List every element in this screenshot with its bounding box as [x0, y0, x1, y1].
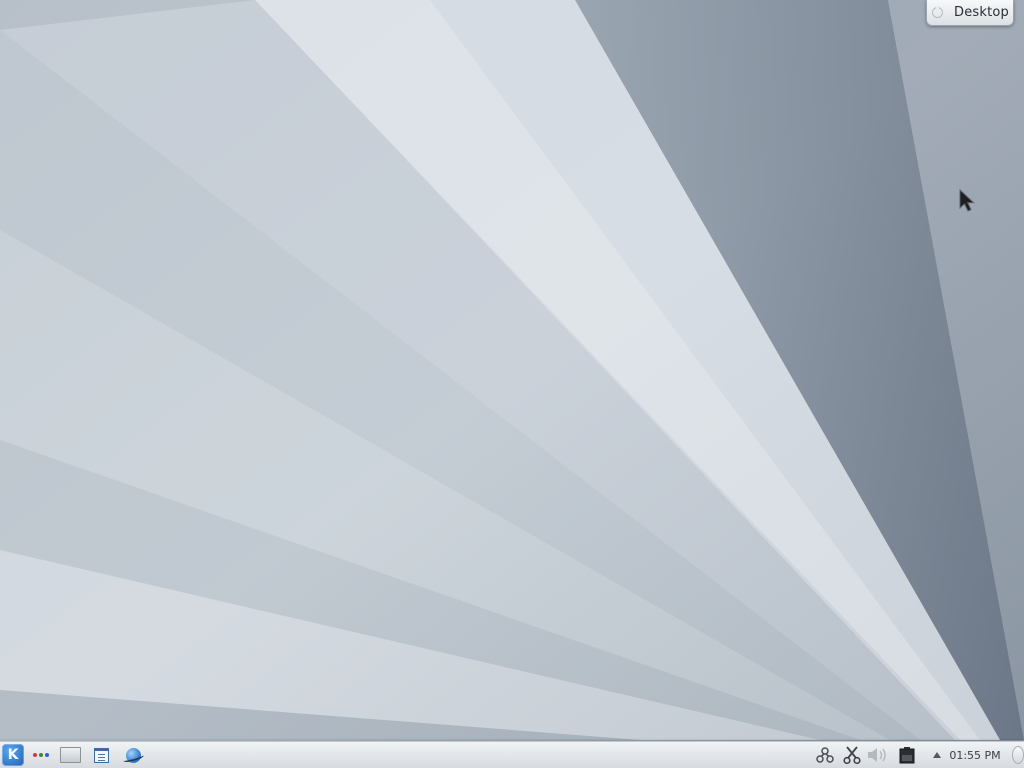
desktop-toolbox-label: Desktop	[954, 5, 1010, 20]
green-dot-icon	[39, 753, 43, 757]
application-launcher-button[interactable]: K	[1, 742, 25, 768]
blue-dot-icon	[45, 753, 49, 757]
power-icon	[932, 6, 943, 18]
bottom-panel: K 01:55 PM	[0, 741, 1024, 768]
scissors-icon	[843, 746, 861, 765]
globe-icon	[125, 747, 141, 763]
clipboard-tray-button[interactable]	[842, 742, 862, 768]
file-manager-launcher[interactable]	[58, 742, 82, 768]
triangle-up-icon	[933, 752, 941, 758]
battery-icon	[899, 747, 915, 764]
activity-manager-button[interactable]	[31, 742, 51, 768]
panel-toolbox-button[interactable]	[1004, 742, 1024, 768]
tray-expand-button[interactable]	[930, 742, 944, 768]
wallpaper	[0, 0, 1024, 768]
volume-tray-button[interactable]	[866, 742, 890, 768]
volume-icon	[868, 748, 886, 762]
folder-icon	[59, 747, 81, 763]
network-icon	[816, 747, 834, 763]
kde-k-logo-icon: K	[2, 744, 24, 766]
web-browser-launcher[interactable]	[122, 742, 144, 768]
system-settings-launcher[interactable]	[90, 742, 112, 768]
power-tray-button[interactable]	[896, 742, 918, 768]
desktop-toolbox-button[interactable]: Desktop	[926, 0, 1014, 26]
mouse-pointer-icon	[959, 189, 975, 212]
panel-toolbox-icon	[1012, 746, 1024, 764]
desktop-screen[interactable]: Desktop K 01:55 PM	[0, 0, 1024, 768]
network-tray-button[interactable]	[814, 742, 836, 768]
clock[interactable]: 01:55 PM	[946, 742, 1004, 768]
document-list-icon	[93, 747, 109, 763]
red-dot-icon	[33, 753, 37, 757]
